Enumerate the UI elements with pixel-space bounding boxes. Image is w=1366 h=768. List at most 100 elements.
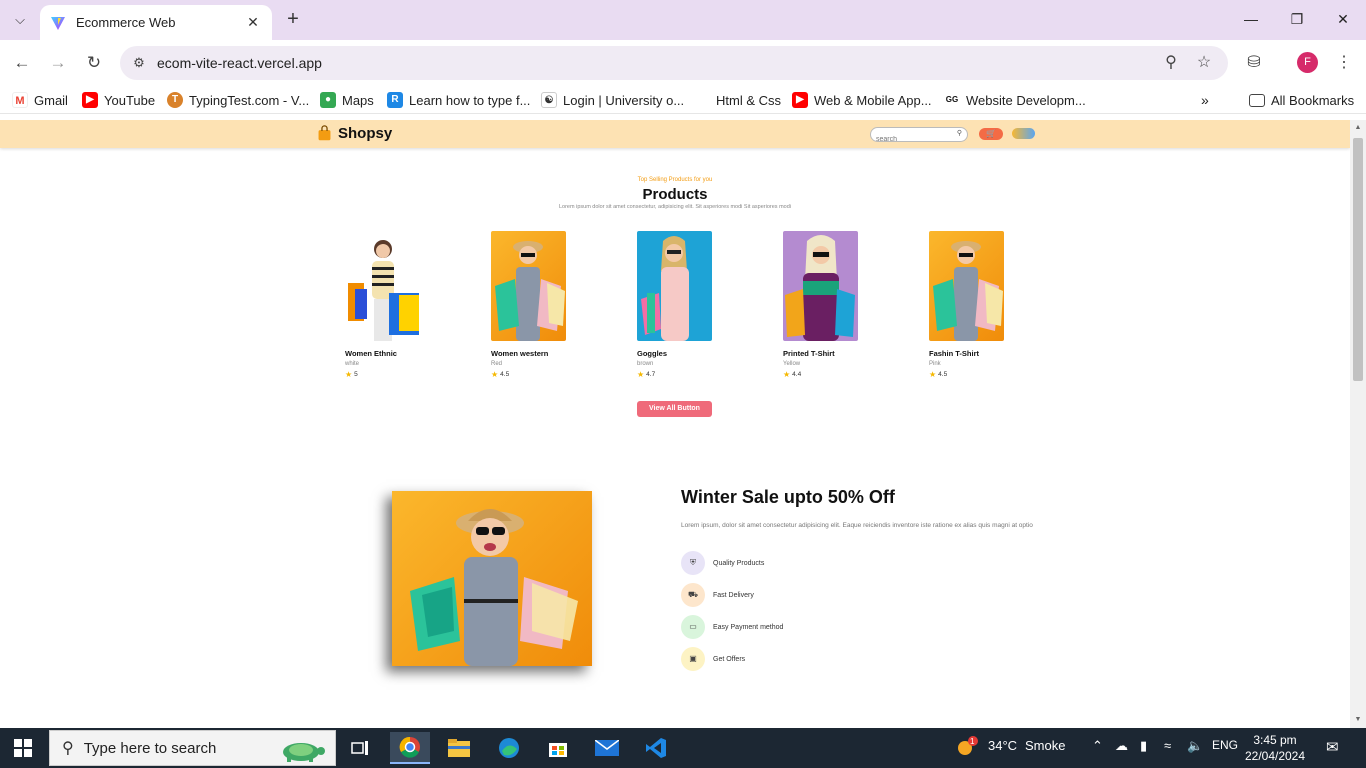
taskbar-search-box[interactable]: ⚲ Type here to search	[49, 730, 336, 766]
windows-taskbar: ⚲ Type here to search 1 34°C Smoke ⌃ ☁ ▮…	[0, 728, 1366, 768]
bookmark-html-css[interactable]: Html & Css	[694, 91, 781, 109]
site-search-box[interactable]: ⚲	[870, 127, 968, 146]
product-color: brown	[637, 361, 654, 367]
edge-icon[interactable]	[489, 732, 529, 764]
microsoft-store-icon[interactable]	[538, 732, 578, 764]
vscode-icon[interactable]	[636, 732, 676, 764]
product-name: Fashin T-Shirt	[929, 349, 980, 358]
volume-icon[interactable]: 🔈	[1187, 738, 1203, 754]
bookmark-website-dev[interactable]: GG Website Developm...	[944, 91, 1086, 109]
search-icon[interactable]: ⚲	[957, 129, 962, 137]
product-card[interactable]: Women Ethnic white ★ 5	[345, 231, 425, 379]
product-color: Yellow	[783, 361, 801, 367]
bookmark-university[interactable]: ☯ Login | University o...	[541, 91, 684, 109]
tab-search-chevron-icon[interactable]: ⌵	[8, 8, 32, 32]
address-bar[interactable]: ⚙ ecom-vite-react.vercel.app ⚲ ☆	[120, 46, 1228, 80]
taskbar-clock[interactable]: 3:45 pm 22/04/2024	[1240, 732, 1310, 764]
minimize-button[interactable]: —	[1236, 8, 1266, 30]
url-text[interactable]: ecom-vite-react.vercel.app	[157, 55, 322, 71]
site-info-icon[interactable]: ⚙	[130, 54, 148, 72]
product-image[interactable]	[637, 231, 712, 341]
bookmark-maps[interactable]: ● Maps	[320, 91, 374, 109]
menu-kebab-icon[interactable]: ⋮	[1333, 52, 1355, 74]
mail-icon[interactable]	[587, 732, 627, 764]
product-image[interactable]	[929, 231, 1004, 341]
battery-icon[interactable]: ▮	[1140, 738, 1147, 754]
browser-tab[interactable]: Ecommerce Web ✕	[40, 5, 272, 40]
scroll-down-arrow-icon[interactable]: ▼	[1353, 715, 1363, 725]
chrome-taskbar-icon[interactable]	[390, 732, 430, 764]
language-indicator[interactable]: ENG	[1212, 738, 1238, 752]
all-bookmarks-button[interactable]: All Bookmarks	[1249, 91, 1354, 109]
product-card[interactable]: Women western Red ★ 4.5	[491, 231, 571, 379]
weather-temp[interactable]: 34°C	[988, 738, 1017, 753]
restore-button[interactable]: ❐	[1282, 8, 1312, 30]
dark-mode-toggle[interactable]	[1012, 128, 1035, 139]
scrollbar-thumb[interactable]	[1353, 138, 1363, 381]
gmail-icon: M	[12, 92, 28, 108]
product-card[interactable]: Fashin T-Shirt Pink ★ 4.5	[929, 231, 1009, 379]
page-viewport: Shopsy ⚲ 🛒 Top Selling Products for you …	[0, 120, 1350, 728]
wifi-icon[interactable]: ≈	[1164, 738, 1171, 753]
bookmark-web-mobile[interactable]: ▶ Web & Mobile App...	[792, 91, 932, 109]
profile-avatar[interactable]: F	[1297, 52, 1318, 73]
bookmark-label: Maps	[342, 92, 374, 108]
site-logo[interactable]: Shopsy	[316, 125, 392, 142]
more-bookmarks-chevron-icon[interactable]: »	[1201, 91, 1209, 109]
browser-toolbar: ← → ↻ ⚙ ecom-vite-react.vercel.app ⚲ ☆ ⛁…	[0, 40, 1366, 86]
tab-close-icon[interactable]: ✕	[244, 14, 262, 31]
product-image[interactable]	[783, 231, 858, 341]
bookmark-typingtest[interactable]: T TypingTest.com - V...	[167, 91, 309, 109]
products-title: Products	[642, 186, 708, 203]
bookmark-label: Html & Css	[716, 92, 781, 108]
reload-button[interactable]: ↻	[81, 50, 107, 76]
wallet-icon: ▭	[681, 615, 705, 639]
weather-badge: 1	[970, 737, 975, 746]
product-color: Red	[491, 361, 503, 367]
product-rating: ★ 4.7	[637, 370, 717, 379]
folder-icon	[1249, 93, 1265, 107]
view-all-button[interactable]: View All Button	[637, 401, 712, 417]
bookmark-gmail[interactable]: M Gmail	[12, 91, 68, 109]
star-icon: ★	[637, 370, 645, 379]
tab-title: Ecommerce Web	[76, 15, 176, 30]
scroll-up-arrow-icon[interactable]: ▲	[1353, 123, 1363, 133]
bookmark-star-icon[interactable]: ☆	[1194, 53, 1214, 73]
page-scrollbar[interactable]: ▲ ▼	[1350, 120, 1366, 728]
turtle-search-highlight-icon	[283, 743, 325, 762]
product-card[interactable]: Printed T-Shirt Yellow ★ 4.4	[783, 231, 863, 379]
bookmark-typing-club[interactable]: R Learn how to type f...	[387, 91, 530, 109]
site-search-input[interactable]	[871, 133, 949, 146]
feature-label: Fast Delivery	[713, 591, 754, 599]
weather-desc[interactable]: Smoke	[1025, 738, 1065, 753]
notification-center-icon[interactable]: ✉	[1326, 738, 1339, 756]
new-tab-button[interactable]: +	[282, 8, 304, 30]
windows-start-icon[interactable]	[14, 739, 32, 757]
cart-button[interactable]: 🛒	[979, 128, 1003, 140]
bookmark-label: Gmail	[34, 92, 68, 108]
truck-icon: ⛟	[681, 583, 705, 607]
star-icon: ★	[929, 370, 937, 379]
close-window-button[interactable]: ✕	[1328, 8, 1358, 30]
product-image[interactable]	[345, 231, 420, 341]
all-bookmarks-label: All Bookmarks	[1271, 92, 1355, 108]
extensions-icon[interactable]: ⛁	[1243, 52, 1265, 74]
task-view-icon[interactable]	[340, 732, 380, 764]
forward-button[interactable]: →	[45, 50, 71, 76]
product-card[interactable]: Goggles brown ★ 4.7	[637, 231, 717, 379]
typing-club-icon: R	[387, 92, 403, 108]
bookmark-label: TypingTest.com - V...	[189, 92, 310, 108]
product-image[interactable]	[491, 231, 566, 341]
feature-label: Easy Payment method	[713, 623, 784, 631]
product-color: Pink	[929, 361, 941, 367]
tray-chevron-up-icon[interactable]: ⌃	[1092, 738, 1103, 754]
weather-icon[interactable]	[956, 735, 978, 760]
gift-icon: ▣	[681, 647, 705, 671]
back-button[interactable]: ←	[9, 50, 35, 76]
zoom-icon[interactable]: ⚲	[1161, 53, 1181, 73]
file-explorer-icon[interactable]	[439, 732, 479, 764]
onedrive-cloud-icon[interactable]: ☁	[1115, 738, 1128, 754]
bookmark-youtube[interactable]: ▶ YouTube	[82, 91, 155, 109]
search-icon: ⚲	[62, 740, 74, 757]
taskbar-search-placeholder: Type here to search	[83, 739, 217, 757]
